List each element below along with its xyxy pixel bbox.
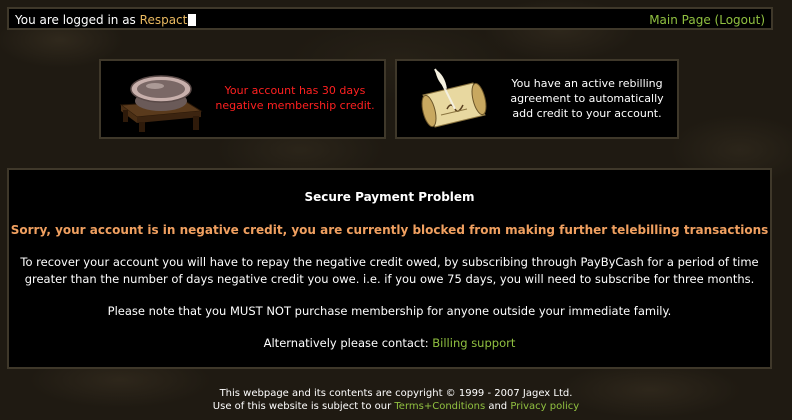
- contact-label: Alternatively please contact:: [263, 336, 429, 350]
- billing-support-link[interactable]: Billing support: [432, 336, 515, 350]
- privacy-link[interactable]: Privacy policy: [510, 401, 579, 412]
- panel-title: Secure Payment Problem: [304, 190, 475, 204]
- main-page-link[interactable]: Main Page: [649, 13, 711, 27]
- bowl-on-table-icon: [119, 75, 203, 132]
- text-cursor: [188, 14, 197, 26]
- footer: This webpage and its contents are copyri…: [0, 387, 792, 413]
- negative-credit-message: Your account has 30 days negative member…: [215, 84, 375, 112]
- rebilling-message: You have an active rebilling agreement t…: [510, 77, 664, 120]
- payment-problem-panel: Secure Payment Problem Sorry, your accou…: [7, 168, 772, 369]
- terms-link[interactable]: Terms+Conditions: [394, 401, 485, 412]
- login-status: You are logged in as Respact: [15, 13, 197, 27]
- negative-credit-warning: Sorry, your account is in negative credi…: [10, 223, 769, 237]
- membership-notice: Please note that you MUST NOT purchase m…: [107, 304, 672, 318]
- top-bar: You are logged in as Respact Main Page (…: [7, 7, 773, 30]
- contact-line: Alternatively please contact: Billing su…: [19, 335, 760, 352]
- recovery-instructions: To recover your account you will have to…: [20, 255, 759, 286]
- and-label: and: [488, 401, 508, 412]
- rebilling-box: You have an active rebilling agreement t…: [395, 59, 679, 139]
- terms-line: Use of this website is subject to our Te…: [0, 400, 792, 413]
- membership-credit-box: Your account has 30 days negative member…: [99, 59, 386, 139]
- logout-link[interactable]: (Logout): [715, 13, 765, 27]
- username: Respact: [139, 13, 188, 27]
- scroll-quill-icon: [421, 68, 487, 128]
- copyright-notice: This webpage and its contents are copyri…: [219, 388, 573, 399]
- login-status-label: You are logged in as: [15, 13, 136, 27]
- top-nav-links: Main Page (Logout): [649, 13, 765, 27]
- terms-label: Use of this website is subject to our: [212, 401, 392, 412]
